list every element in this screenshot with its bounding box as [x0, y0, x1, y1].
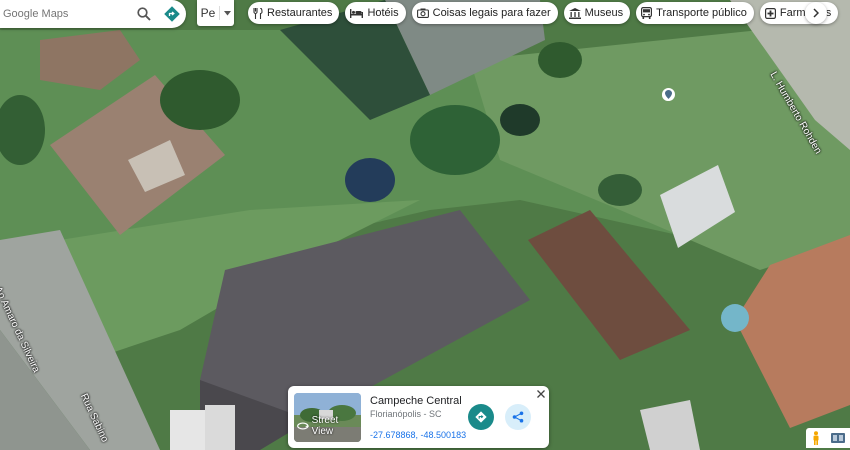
street-view-label: Street View [297, 415, 361, 437]
place-title[interactable]: Campeche Central [370, 395, 462, 407]
satellite-map[interactable] [0, 0, 850, 450]
chip-label: Transporte público [656, 7, 747, 19]
street-view-360-icon [297, 422, 309, 430]
directions-icon [164, 6, 180, 22]
chip-restaurantes[interactable]: Restaurantes [248, 2, 340, 24]
directions-icon [475, 411, 487, 423]
more-chips-button[interactable] [805, 2, 827, 24]
street-view-text: Street View [311, 415, 339, 437]
bottom-right-controls [806, 428, 850, 448]
chip-label: Restaurantes [267, 7, 333, 19]
layer-select[interactable]: Pe [197, 0, 234, 26]
share-icon [512, 411, 524, 423]
pharmacy-icon [764, 7, 776, 19]
fork-knife-icon [253, 7, 263, 19]
chevron-right-icon [813, 8, 819, 18]
map-pin-icon[interactable] [662, 88, 675, 101]
search-icon [137, 7, 151, 21]
camera-icon [416, 8, 429, 18]
pegman-icon[interactable] [812, 431, 820, 445]
close-icon [537, 390, 545, 398]
street-view-thumbnail[interactable]: Street View [294, 393, 361, 442]
chip-coisas-legais[interactable]: Coisas legais para fazer [411, 2, 558, 24]
chevron-down-icon [220, 10, 234, 16]
share-button[interactable] [505, 404, 531, 430]
search-input[interactable] [0, 7, 130, 21]
chip-transporte-publico[interactable]: Transporte público [636, 2, 754, 24]
bus-icon [641, 7, 653, 19]
card-directions-button[interactable] [468, 404, 494, 430]
place-card[interactable]: Street View Campeche Central Florianópol… [288, 386, 549, 448]
layer-select-value: Pe [197, 6, 220, 20]
category-chips: Restaurantes Hotéis Coisas legais para f… [248, 2, 839, 24]
chip-hoteis[interactable]: Hotéis [345, 2, 406, 24]
museum-icon [568, 7, 581, 19]
chip-label: Museus [584, 7, 624, 19]
chip-label: Coisas legais para fazer [432, 7, 551, 19]
bed-icon [350, 8, 364, 18]
photo-thumbnails-icon[interactable] [830, 433, 845, 443]
directions-button[interactable] [158, 0, 186, 28]
close-card-button[interactable] [535, 388, 547, 400]
chip-label: Hotéis [367, 7, 399, 19]
chip-museus[interactable]: Museus [563, 2, 631, 24]
place-coordinates[interactable]: -27.678868, -48.500183 [370, 430, 466, 440]
place-subtitle: Florianópolis - SC [370, 409, 442, 419]
search-box[interactable] [0, 0, 186, 28]
search-button[interactable] [130, 0, 158, 28]
